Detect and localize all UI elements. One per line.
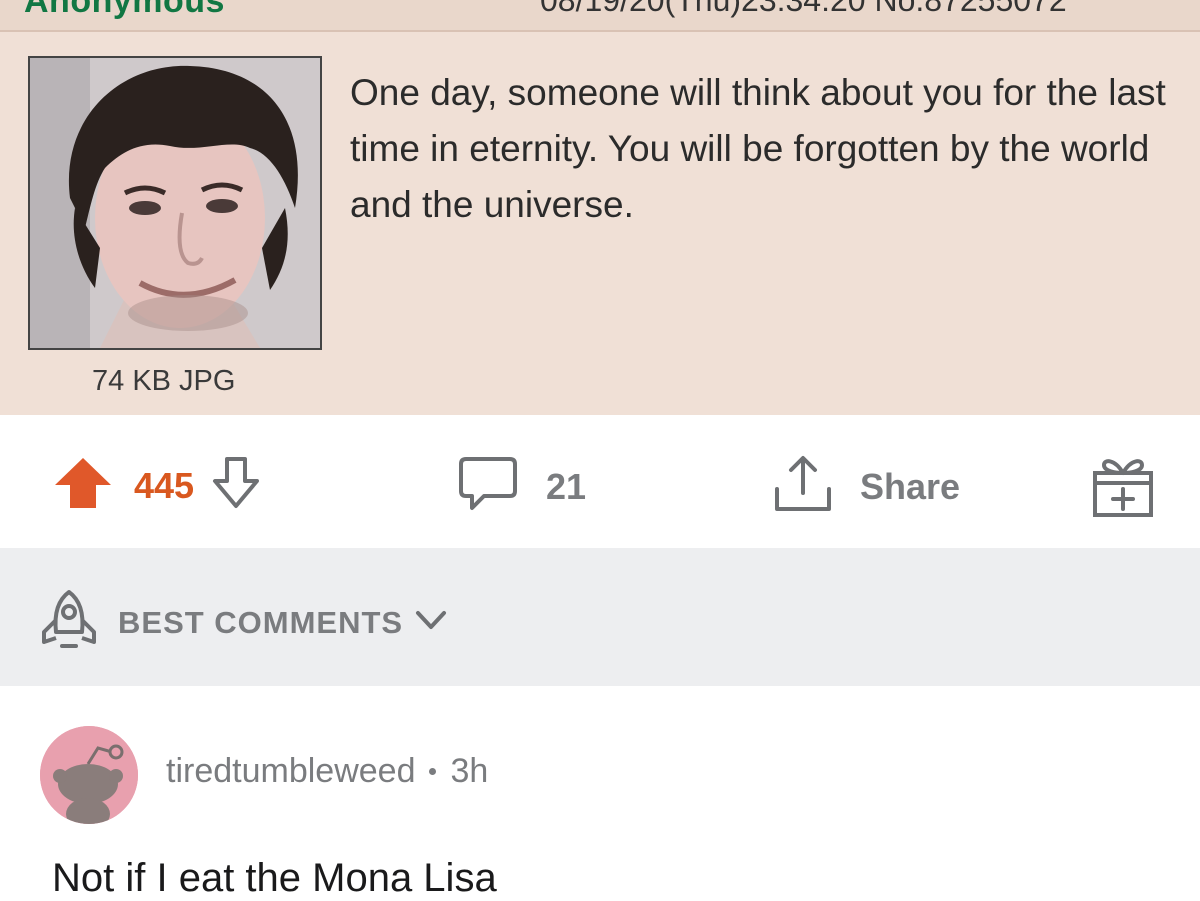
comments-button[interactable]: 21 <box>458 455 586 518</box>
share-upload-icon <box>772 453 834 520</box>
comment-count: 21 <box>546 465 587 507</box>
chevron-down-icon <box>415 609 447 636</box>
comment-meta: tiredtumbleweed 3h <box>166 752 488 791</box>
separator-dot <box>429 768 437 775</box>
vote-group: 445 <box>52 455 260 516</box>
gift-award-icon <box>1090 453 1156 524</box>
comment-item: tiredtumbleweed 3h Not if I eat the Mona… <box>0 686 1200 901</box>
chan-post-text: One day, someone will think about you fo… <box>350 72 1166 225</box>
comment-bubble-icon <box>458 455 518 518</box>
upvote-arrow-icon[interactable] <box>52 455 114 516</box>
chan-post-header: Anonymous 08/19/20(Thu)23:34:20 No.87255… <box>0 0 1200 32</box>
face-photo-illustration <box>30 58 320 348</box>
snoo-avatar-icon <box>40 726 138 824</box>
share-button[interactable]: Share <box>772 453 960 520</box>
file-info: 74 KB JPG <box>92 365 236 397</box>
comment-username[interactable]: tiredtumbleweed <box>166 752 415 791</box>
award-button[interactable] <box>1090 453 1156 524</box>
post-action-bar: 445 21 Share <box>0 415 1200 548</box>
share-label: Share <box>860 465 961 507</box>
downvote-arrow-icon[interactable] <box>212 456 260 515</box>
rocket-icon <box>38 588 100 657</box>
avatar[interactable] <box>40 726 138 824</box>
post-image-thumbnail[interactable] <box>28 56 322 350</box>
sort-label: BEST COMMENTS <box>118 604 404 640</box>
sort-dropdown[interactable]: BEST COMMENTS <box>38 588 447 657</box>
chan-post-screenshot: Anonymous 08/19/20(Thu)23:34:20 No.87255… <box>0 0 1200 415</box>
upvote-count: 445 <box>134 464 195 506</box>
chan-post-meta: 08/19/20(Thu)23:34:20 No.87255072 <box>540 0 1067 18</box>
comment-body: Not if I eat the Mona Lisa <box>52 856 497 900</box>
comment-sort-bar: BEST COMMENTS <box>0 548 1200 686</box>
chan-poster-name: Anonymous <box>24 0 225 20</box>
comment-age: 3h <box>450 752 489 790</box>
